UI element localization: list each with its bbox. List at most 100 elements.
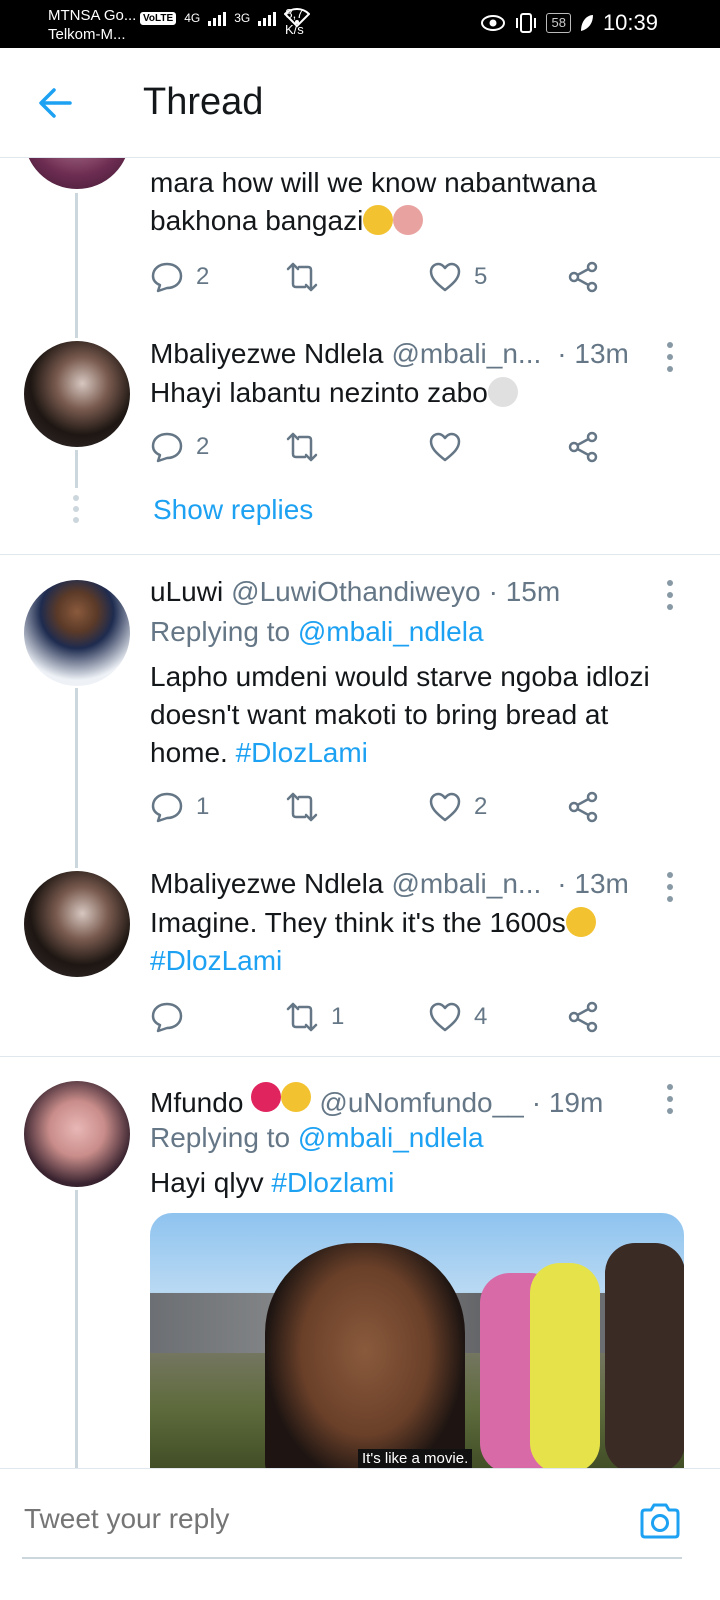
retweet-button[interactable] xyxy=(285,430,319,464)
share-icon xyxy=(568,261,598,293)
heart-icon xyxy=(429,262,461,292)
reply-button[interactable]: 2 xyxy=(150,430,209,464)
like-button[interactable] xyxy=(428,430,462,464)
display-name[interactable]: Mbaliyezwe Ndlela xyxy=(150,868,383,900)
share-button[interactable] xyxy=(566,260,600,294)
reply-button[interactable]: 2 xyxy=(150,260,209,294)
tweet-text: Imagine. They think it's the 1600s #Dloz… xyxy=(150,904,690,980)
media-person xyxy=(605,1243,684,1468)
replying-to-handle[interactable]: @mbali_ndlela xyxy=(298,616,484,647)
carrier-info: MTNSA Go... Telkom-M... xyxy=(48,6,136,44)
retweet-button[interactable] xyxy=(285,260,319,294)
crying-emoji xyxy=(363,205,394,235)
video-caption: It's like a movie. xyxy=(358,1449,473,1468)
retweet-icon xyxy=(286,1002,318,1032)
hashtag-link[interactable]: #Dlozlami xyxy=(271,1167,394,1198)
share-button[interactable] xyxy=(566,430,600,464)
camera-icon[interactable] xyxy=(638,1501,682,1541)
signal-icon-2 xyxy=(258,10,277,26)
status-right: 58 10:39 xyxy=(480,10,658,36)
thread-continuation-dots xyxy=(73,495,79,528)
back-arrow-icon[interactable] xyxy=(36,83,76,123)
avatar[interactable] xyxy=(24,871,130,977)
avatar[interactable] xyxy=(24,158,130,189)
thread-connector xyxy=(75,450,78,488)
tweet-text: Hayi qlyv #Dlozlami xyxy=(150,1167,395,1198)
status-bar: MTNSA Go... Telkom-M... VoLTE 4G 3G 8,7 … xyxy=(0,0,720,48)
skull-emoji xyxy=(487,377,518,407)
tweet-actions: 2 5 xyxy=(150,260,610,300)
vibrate-icon xyxy=(516,13,537,33)
network-type-2: 3G xyxy=(234,11,251,25)
share-icon xyxy=(568,791,598,823)
signal-icon xyxy=(208,10,227,26)
reply-bar xyxy=(0,1468,720,1600)
retweet-icon xyxy=(286,792,318,822)
timestamp: · 15m xyxy=(488,576,561,607)
tweet-header: uLuwi @LuwiOthandiweyo · 15m xyxy=(150,576,560,608)
media-person-main xyxy=(265,1243,465,1468)
page-title: Thread xyxy=(143,81,264,123)
display-name[interactable]: Mfundo xyxy=(150,1087,243,1119)
retweet-button[interactable] xyxy=(285,790,319,824)
display-name[interactable]: Mbaliyezwe Ndlela xyxy=(150,338,383,370)
replying-to-handle[interactable]: @mbali_ndlela xyxy=(298,1122,484,1153)
avatar[interactable] xyxy=(24,1081,130,1187)
username[interactable]: @mbali_n... xyxy=(391,338,541,370)
retweet-button[interactable]: 1 xyxy=(285,1000,344,1034)
share-icon xyxy=(568,431,598,463)
tweet-actions: 1 2 xyxy=(150,790,610,830)
smiling-face-emoji xyxy=(281,1082,312,1112)
reply-button[interactable]: 1 xyxy=(150,790,209,824)
person-gesturing-no-emoji xyxy=(393,205,424,235)
like-count: 5 xyxy=(474,263,488,290)
username[interactable]: @LuwiOthandiweyo xyxy=(231,576,480,608)
more-options-icon[interactable] xyxy=(664,1082,676,1116)
tweet-text: Lapho umdeni would starve ngoba idlozi d… xyxy=(150,661,650,768)
thread-connector xyxy=(75,193,78,338)
hashtag-link[interactable]: #DlozLami xyxy=(236,737,368,768)
tweet-media-video[interactable]: It's like a movie. xyxy=(150,1213,684,1468)
replying-prefix: Replying to xyxy=(150,1122,291,1153)
leaf-icon xyxy=(580,15,593,31)
more-options-icon[interactable] xyxy=(664,870,676,904)
timestamp: · 19m xyxy=(531,1087,604,1118)
heart-icon xyxy=(429,792,461,822)
hashtag-link[interactable]: #DlozLami xyxy=(150,945,282,976)
app-header: Thread xyxy=(0,48,720,158)
replying-prefix: Replying to xyxy=(150,616,291,647)
replying-to: Replying to @mbali_ndlela xyxy=(150,616,484,648)
tweet-text: Hhayi labantu nezinto zabo xyxy=(150,374,690,412)
reply-input[interactable] xyxy=(24,1503,624,1535)
like-button[interactable]: 4 xyxy=(428,1000,487,1034)
share-button[interactable] xyxy=(566,1000,600,1034)
reply-count: 1 xyxy=(196,793,210,820)
thread-divider xyxy=(0,554,720,555)
eye-icon xyxy=(481,15,506,31)
reply-button[interactable] xyxy=(150,1000,184,1034)
display-name[interactable]: uLuwi xyxy=(150,576,223,608)
clock: 10:39 xyxy=(602,10,658,35)
reply-count: 2 xyxy=(196,433,210,460)
reply-icon xyxy=(151,432,183,463)
username[interactable]: @uNomfundo__ xyxy=(319,1087,523,1119)
avatar[interactable] xyxy=(24,341,130,447)
thread-list[interactable]: mara how will we know nabantwana bakhona… xyxy=(0,158,720,1468)
heart-icon xyxy=(429,432,461,462)
username[interactable]: @mbali_n... xyxy=(391,868,541,900)
volte-badge: VoLTE xyxy=(140,11,177,25)
show-replies-link[interactable]: Show replies xyxy=(153,494,313,526)
share-icon xyxy=(568,1001,598,1033)
avatar[interactable] xyxy=(24,580,130,686)
share-button[interactable] xyxy=(566,790,600,824)
thread-connector xyxy=(75,1190,78,1468)
like-count: 4 xyxy=(474,1003,488,1030)
more-options-icon[interactable] xyxy=(664,340,676,374)
retweet-count: 1 xyxy=(331,1003,345,1030)
weary-face-emoji xyxy=(565,907,596,937)
replying-to: Replying to @mbali_ndlela xyxy=(150,1122,484,1154)
tweet-actions: 1 4 xyxy=(150,1000,610,1040)
like-button[interactable]: 2 xyxy=(428,790,487,824)
more-options-icon[interactable] xyxy=(664,578,676,612)
like-button[interactable]: 5 xyxy=(428,260,487,294)
